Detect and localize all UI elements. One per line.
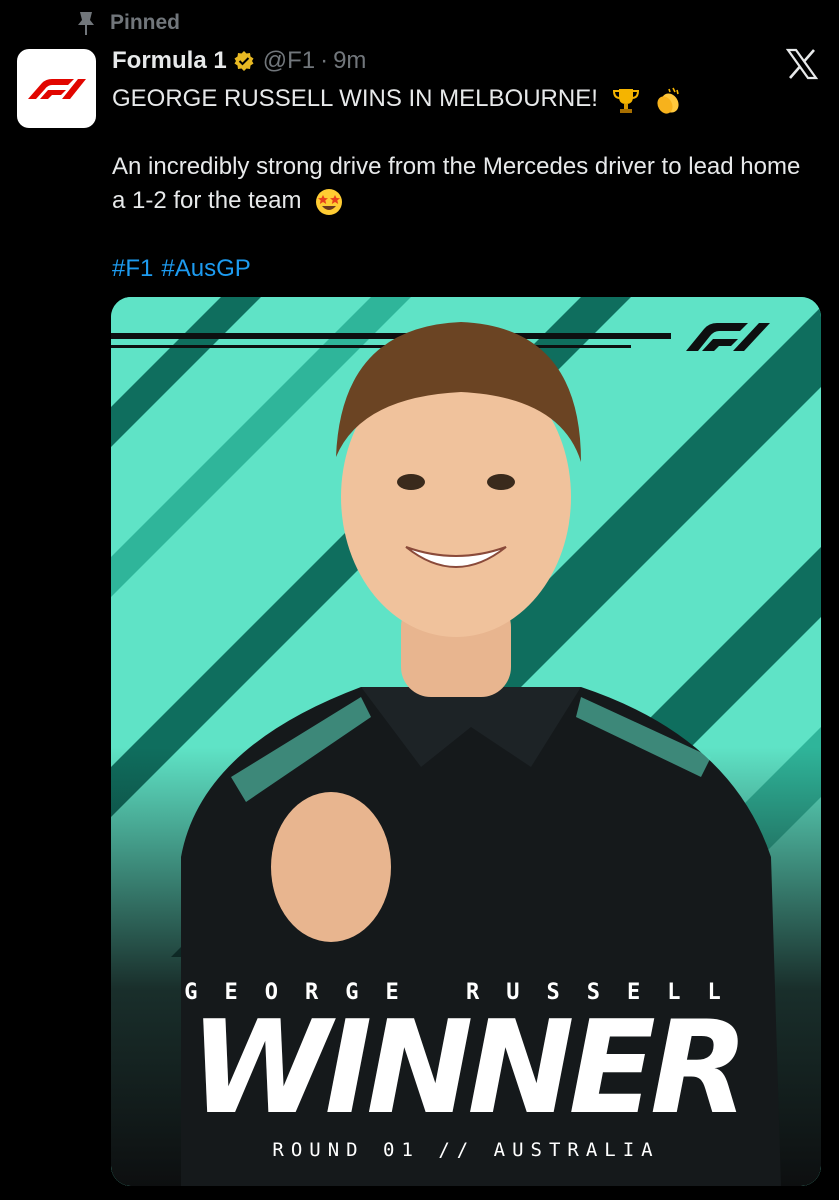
tweet-headline-line: GEORGE RUSSELL WINS IN MELBOURNE! <box>112 82 802 116</box>
trophy-emoji <box>612 88 639 113</box>
tweet-body: An incredibly strong drive from the Merc… <box>112 153 801 214</box>
separator-dot: · <box>320 47 329 74</box>
author-handle[interactable]: @F1 <box>263 47 315 75</box>
clapping-hands-emoji <box>657 87 679 114</box>
tweet-text: GEORGE RUSSELL WINS IN MELBOURNE! An inc… <box>112 82 802 286</box>
x-logo-icon[interactable] <box>786 48 818 80</box>
pinned-indicator: Pinned <box>76 8 180 38</box>
post-timestamp[interactable]: 9m <box>333 47 366 75</box>
pinned-label: Pinned <box>110 11 181 34</box>
hashtag-line: #F1 #AusGP <box>112 252 802 286</box>
tweet-media-image[interactable]: GEORGE RUSSELL WINNER ROUND 01 // AUSTRA… <box>111 297 821 1186</box>
star-struck-emoji <box>316 188 343 215</box>
tweet-body-line: An incredibly strong drive from the Merc… <box>112 150 802 218</box>
f1-logo-icon <box>27 78 86 99</box>
hashtag-ausgp[interactable]: #AusGP <box>161 255 250 282</box>
verified-badge-icon <box>234 51 254 71</box>
graphic-round-line: ROUND 01 // AUSTRALIA <box>272 1139 660 1161</box>
tweet-header: Formula 1 @F1 · 9m <box>112 44 366 78</box>
author-display-name[interactable]: Formula 1 <box>112 47 227 75</box>
author-avatar[interactable] <box>17 49 96 128</box>
pin-icon <box>78 12 94 35</box>
graphic-winner-title: WINNER <box>189 994 748 1143</box>
tweet-headline: GEORGE RUSSELL WINS IN MELBOURNE! <box>112 85 598 112</box>
hashtag-f1[interactable]: #F1 <box>112 255 153 282</box>
